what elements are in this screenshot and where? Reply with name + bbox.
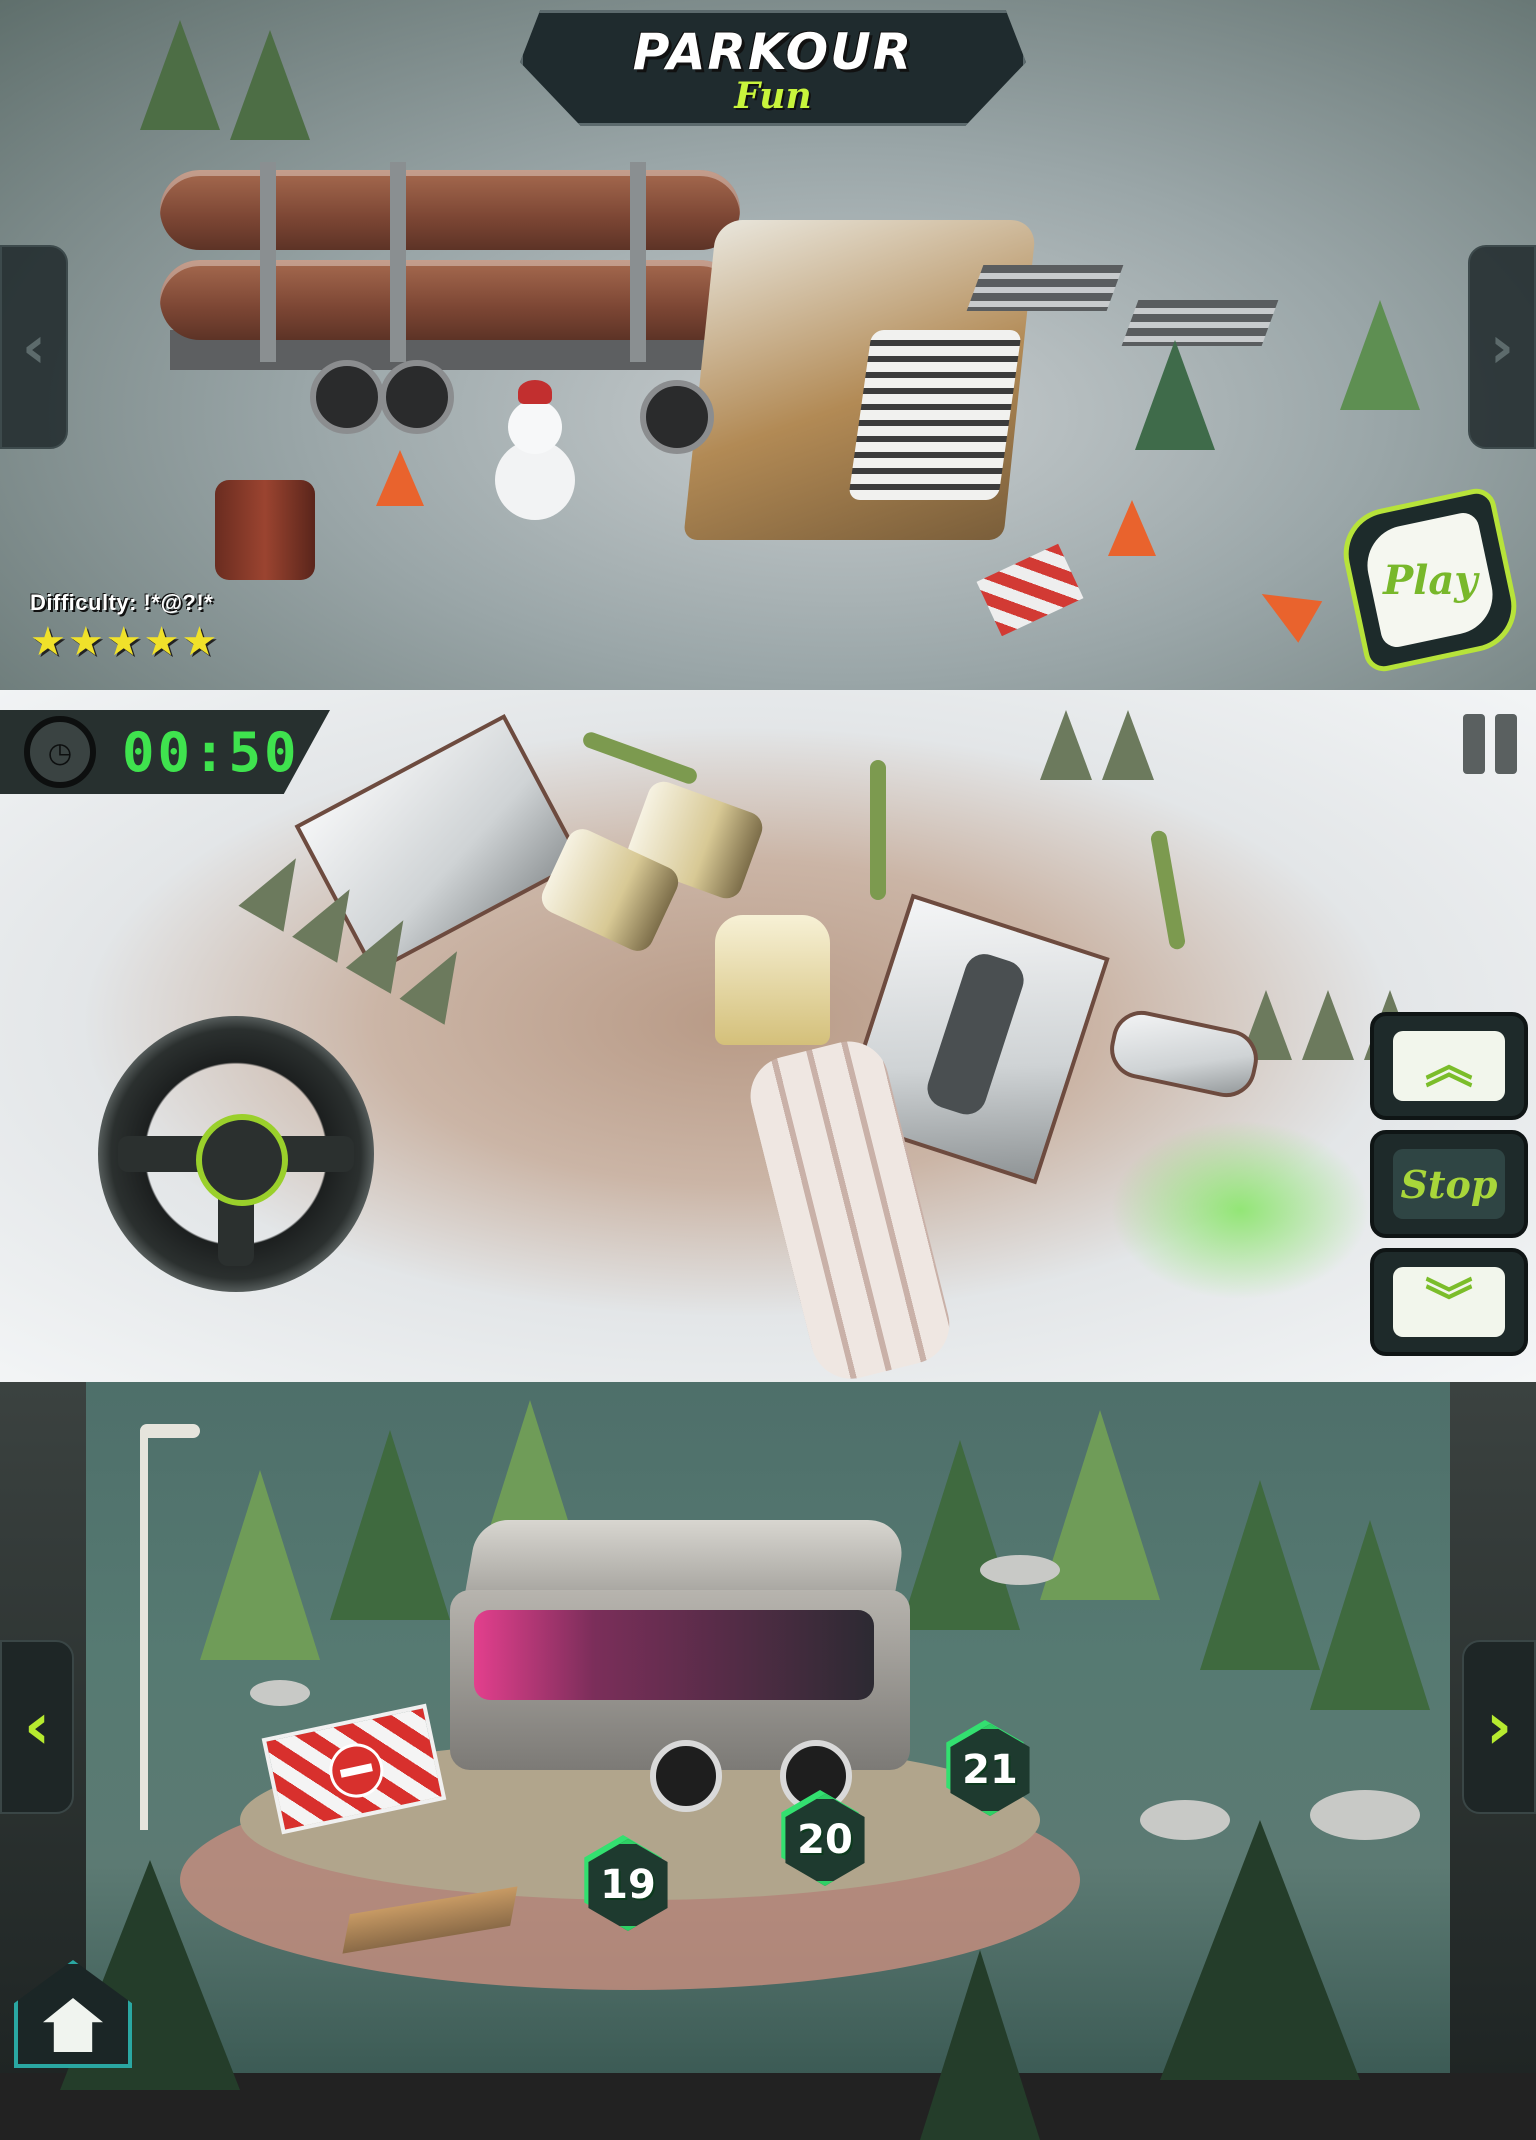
star-icon: ★ (30, 619, 66, 665)
pine-trees (1040, 710, 1154, 780)
star-icon: ★ (105, 619, 142, 665)
star-icon: ★ (67, 619, 104, 665)
star-icon: ★ (143, 619, 180, 665)
chevron-right-icon: › (1490, 313, 1514, 381)
pine-tree (1200, 1480, 1320, 1670)
play-button-label: Play (1382, 556, 1478, 604)
truck-wheel (380, 360, 454, 434)
home-icon (43, 1998, 103, 2052)
level-number: 20 (797, 1817, 853, 1863)
street-lamp (140, 1430, 148, 1830)
chevron-left-icon: ‹ (22, 313, 46, 381)
pine-tree (1310, 1520, 1430, 1710)
level-number: 21 (962, 1747, 1018, 1793)
hedge (580, 729, 700, 787)
pause-icon (1463, 714, 1485, 774)
star-icon: ★ (181, 619, 218, 665)
traffic-cone (376, 450, 424, 506)
level-timer: ◷ 00:50 (0, 710, 330, 794)
difficulty-stars: ★ ★ ★ ★ ★ (30, 622, 217, 662)
traffic-cone (1249, 573, 1323, 643)
hedge (870, 760, 886, 900)
steering-wheel-control[interactable] (98, 1016, 374, 1292)
vehicle-select-screen: PARKOUR Fun ‹ › Play Difficulty: !*@?!* … (0, 0, 1536, 690)
pine-tree-foreground (1160, 1820, 1360, 2080)
traffic-cone (1108, 500, 1156, 556)
truck-wheel (310, 360, 384, 434)
pause-icon (1495, 714, 1517, 774)
hedge (1149, 829, 1187, 951)
chevron-left-icon: ‹ (23, 1690, 51, 1764)
truck-wheel (640, 380, 714, 454)
player-truck-cab (715, 915, 830, 1045)
chevron-right-icon: › (1485, 1690, 1513, 1764)
difficulty-label: Difficulty: !*@?!* (30, 590, 214, 615)
stop-button-label: Stop (1400, 1161, 1498, 1207)
pine-tree-foreground (920, 1950, 1040, 2140)
no-entry-icon (324, 1738, 389, 1803)
reverse-button[interactable]: ︾ (1370, 1248, 1528, 1356)
stop-button[interactable]: Stop (1370, 1130, 1528, 1238)
previous-page-button[interactable]: ‹ (0, 1640, 74, 1814)
park-bench (966, 265, 1124, 311)
pine-tree (330, 1430, 450, 1620)
oil-barrel (215, 480, 315, 580)
street-lamp-head (140, 1424, 200, 1438)
christmas-tree (1135, 340, 1215, 450)
play-button[interactable]: Play (1335, 485, 1525, 675)
pause-button[interactable] (1460, 714, 1520, 774)
stopwatch-icon: ◷ (24, 716, 96, 788)
level-number: 19 (600, 1862, 656, 1908)
logo-subtitle: Fun (734, 75, 812, 117)
double-chevron-down-icon: ︾ (1424, 1274, 1473, 1330)
parking-target-zone (1110, 1120, 1370, 1300)
pine-tree (1340, 300, 1420, 410)
game-logo: PARKOUR Fun (520, 10, 1026, 126)
drive-controls: ︽ Stop ︾ (1370, 1012, 1530, 1356)
snowman (490, 380, 580, 520)
rock (250, 1680, 310, 1706)
next-vehicle-button[interactable]: › (1468, 245, 1536, 449)
logo-title: PARKOUR (632, 23, 914, 81)
next-page-button[interactable]: › (1462, 1640, 1536, 1814)
accelerate-button[interactable]: ︽ (1370, 1012, 1528, 1120)
pine-tree (230, 30, 310, 140)
timer-value: 00:50 (122, 720, 300, 784)
previous-vehicle-button[interactable]: ‹ (0, 245, 68, 449)
bus-vehicle (450, 1520, 920, 1812)
pine-tree (140, 20, 220, 130)
difficulty-rating: Difficulty: !*@?!* ★ ★ ★ ★ ★ (30, 590, 217, 662)
rock (980, 1555, 1060, 1585)
truck-grille (848, 330, 1022, 500)
steering-wheel-hub (196, 1114, 288, 1206)
road-barrier (976, 543, 1084, 637)
pine-tree (200, 1470, 320, 1660)
double-chevron-up-icon: ︽ (1424, 1038, 1473, 1094)
log-load (160, 162, 740, 362)
